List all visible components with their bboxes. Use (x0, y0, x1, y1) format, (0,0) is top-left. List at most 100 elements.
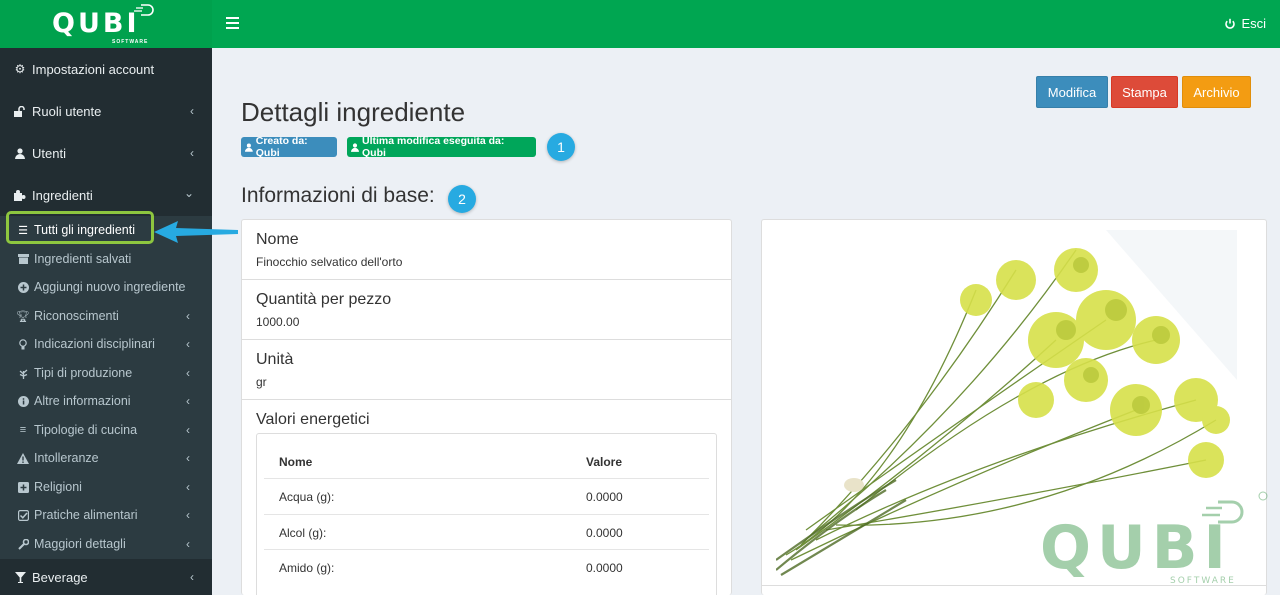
wrench-icon (17, 538, 29, 550)
quantity-value: 1000.00 (256, 315, 300, 329)
info-row-unit: Unità gr (242, 340, 731, 400)
sidebar-item-ingredients[interactable]: Ingredienti ⌄ (0, 174, 212, 216)
name-label: Nome (256, 231, 299, 248)
logout-label: Esci (1241, 16, 1266, 31)
submenu-item-label: Tipi di produzione (34, 366, 133, 380)
row-value: 0.0000 (586, 561, 623, 575)
pointer-arrow-icon (154, 221, 238, 243)
info-row-quantity: Quantità per pezzo 1000.00 (242, 280, 731, 340)
plus-square-icon (17, 481, 29, 493)
sidebar-item-account-settings[interactable]: ⚙ Impostazioni account (0, 48, 212, 90)
submenu-item-cuisine-types[interactable]: ≡ Tipologie di cucina ‹ (0, 416, 212, 444)
modified-by-badge: Ultima modifica eseguita da: Qubi (347, 135, 536, 159)
column-header-value: Valore (586, 455, 623, 469)
submenu-item-label: Tipologie di cucina (34, 423, 138, 437)
submenu-item-more-details[interactable]: Maggiori dettagli ‹ (0, 530, 212, 558)
submenu-item-label: Altre informazioni (34, 394, 131, 408)
row-value: 0.0000 (586, 490, 623, 504)
column-header-name: Nome (279, 455, 313, 469)
glass-icon (13, 572, 27, 583)
submenu-item-label: Maggiori dettagli (34, 537, 126, 551)
chevron-left-icon: ‹ (186, 451, 190, 465)
qubi-watermark-logo: QUBI SOFTWARE (1040, 491, 1268, 586)
quantity-label: Quantità per pezzo (256, 291, 392, 308)
user-icon (245, 143, 253, 152)
row-name: Alcol (g): (279, 526, 327, 540)
check-square-icon (17, 509, 29, 521)
table-row: Amido (g): 0.0000 (264, 549, 709, 584)
sidebar-toggle-icon[interactable] (226, 17, 239, 29)
unit-value: gr (256, 375, 267, 389)
table-row: Alcol (g): 0.0000 (264, 514, 709, 549)
chevron-left-icon: ‹ (186, 366, 190, 380)
table-row: Acqua (g): 0.0000 (264, 478, 709, 513)
archive-icon (17, 254, 29, 264)
modified-by-text: Ultima modifica eseguita da: Qubi (361, 135, 505, 159)
chevron-left-icon: ‹ (186, 537, 190, 551)
chevron-left-icon: ‹ (186, 337, 190, 351)
leaf-icon (17, 368, 29, 379)
step-marker-1: 1 (547, 133, 575, 161)
sidebar-item-label: Utenti (32, 145, 66, 161)
sidebar-item-beverage[interactable]: Beverage ‹ (0, 560, 212, 595)
logo[interactable]: QUBI SOFTWARE (0, 0, 212, 48)
row-value: 0.0000 (586, 526, 623, 540)
submenu-item-label: Aggiungi nuovo ingrediente (34, 280, 186, 294)
submenu-item-label: Ingredienti salvati (34, 252, 132, 266)
archive-button[interactable]: Archivio (1182, 76, 1251, 108)
sidebar-item-label: Ingredienti (32, 187, 93, 203)
row-name: Acqua (g): (279, 490, 335, 504)
chevron-left-icon: ‹ (186, 423, 190, 437)
trophy-icon: 🏆︎ (16, 310, 30, 323)
energy-values-table: Nome Valore Acqua (g): 0.0000 Alcol (g):… (256, 433, 717, 595)
lightbulb-icon (17, 338, 29, 350)
submenu-item-saved-ingredients[interactable]: Ingredienti salvati (0, 245, 212, 273)
submenu-item-label: Indicazioni disciplinari (34, 337, 155, 351)
submenu-item-awards[interactable]: 🏆︎ Riconoscimenti ‹ (0, 302, 212, 330)
submenu-item-dietary-practices[interactable]: Pratiche alimentari ‹ (0, 501, 212, 529)
power-icon (1225, 18, 1236, 29)
plus-circle-icon (17, 281, 29, 293)
section-title: Informazioni di base: (241, 184, 435, 207)
print-button[interactable]: Stampa (1111, 76, 1178, 108)
submenu-item-other-info[interactable]: Altre informazioni ‹ (0, 387, 212, 415)
submenu-item-production-types[interactable]: Tipi di produzione ‹ (0, 359, 212, 387)
submenu-item-label: Intolleranze (34, 451, 99, 465)
submenu-item-regulatory[interactable]: Indicazioni disciplinari ‹ (0, 330, 212, 358)
user-icon (13, 147, 27, 159)
top-navbar: QUBI SOFTWARE Esci (0, 0, 1280, 48)
page-title: Dettagli ingrediente (241, 97, 466, 127)
chevron-left-icon: ‹ (190, 570, 194, 584)
puzzle-icon (13, 189, 27, 201)
logout-button[interactable]: Esci (1224, 16, 1266, 31)
sidebar-item-label: Ruoli utente (32, 103, 102, 119)
logo-mark-icon (134, 4, 154, 16)
active-item-highlight (6, 211, 154, 244)
table-header: Nome Valore (257, 434, 716, 480)
submenu-item-add-ingredient[interactable]: Aggiungi nuovo ingrediente (0, 273, 212, 301)
sidebar-item-user-roles[interactable]: Ruoli utente ‹ (0, 90, 212, 132)
name-value: Finocchio selvatico dell'orto (256, 255, 403, 269)
edit-button[interactable]: Modifica (1036, 76, 1108, 108)
unlock-icon (13, 105, 27, 117)
step-marker-2: 2 (448, 185, 476, 213)
submenu-item-religions[interactable]: Religioni ‹ (0, 473, 212, 501)
submenu-item-intolerances[interactable]: Intolleranze ‹ (0, 444, 212, 472)
info-row-name: Nome Finocchio selvatico dell'orto (242, 220, 731, 280)
created-by-badge: Creato da: Qubi (241, 135, 337, 159)
gear-icon: ⚙ (14, 62, 26, 76)
row-name: Amido (g): (279, 561, 335, 575)
svg-text:QUBI: QUBI (1040, 513, 1232, 583)
list-lines-icon: ≡ (19, 424, 27, 436)
basic-info-panel: Nome Finocchio selvatico dell'orto Quant… (241, 219, 732, 595)
created-by-text: Creato da: Qubi (255, 135, 308, 159)
sidebar-item-users[interactable]: Utenti ‹ (0, 132, 212, 174)
chevron-left-icon: ‹ (186, 309, 190, 323)
chevron-left-icon: ‹ (190, 104, 194, 118)
logo-text: QUBI (52, 8, 140, 39)
sidebar-item-label: Impostazioni account (32, 61, 155, 77)
chevron-left-icon: ‹ (186, 508, 190, 522)
chevron-left-icon: ‹ (186, 394, 190, 408)
user-icon (351, 142, 359, 152)
submenu-item-label: Religioni (34, 480, 82, 494)
